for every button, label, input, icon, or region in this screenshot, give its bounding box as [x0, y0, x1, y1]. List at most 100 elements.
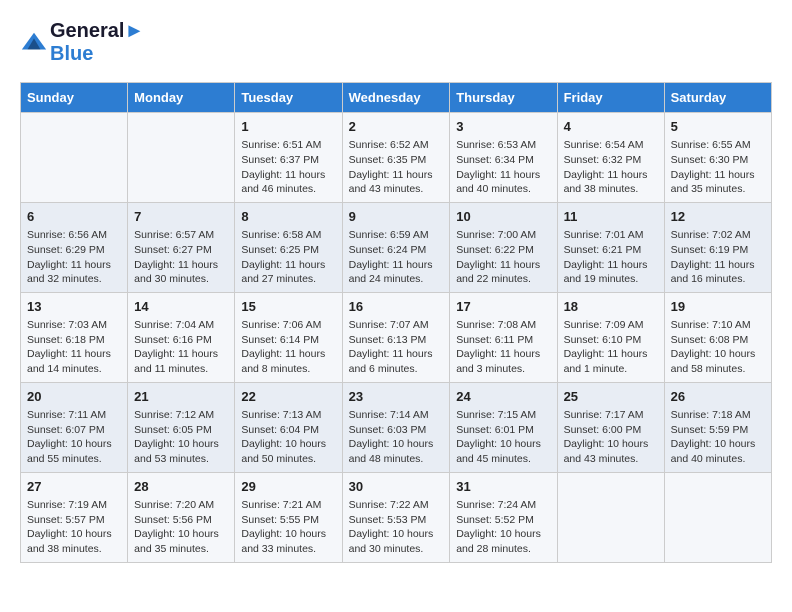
- day-info: Sunrise: 6:58 AMSunset: 6:25 PMDaylight:…: [241, 228, 335, 287]
- day-cell: [128, 113, 235, 203]
- col-header-friday: Friday: [557, 83, 664, 113]
- day-number: 2: [349, 118, 444, 136]
- day-number: 7: [134, 208, 228, 226]
- day-cell: 12 Sunrise: 7:02 AMSunset: 6:19 PMDayligh…: [664, 202, 771, 292]
- day-cell: 28 Sunrise: 7:20 AMSunset: 5:56 PMDayligh…: [128, 472, 235, 562]
- day-cell: 9 Sunrise: 6:59 AMSunset: 6:24 PMDaylight…: [342, 202, 450, 292]
- col-header-sunday: Sunday: [21, 83, 128, 113]
- day-info: Sunrise: 6:54 AMSunset: 6:32 PMDaylight:…: [564, 138, 658, 197]
- day-number: 6: [27, 208, 121, 226]
- day-cell: 4Sunrise: 6:54 AMSunset: 6:32 PMDaylight…: [557, 113, 664, 203]
- day-info: Sunrise: 7:06 AMSunset: 6:14 PMDaylight:…: [241, 318, 335, 377]
- day-cell: 18Sunrise: 7:09 AMSunset: 6:10 PMDayligh…: [557, 292, 664, 382]
- day-number: 24: [456, 388, 550, 406]
- day-info: Sunrise: 7:10 AMSunset: 6:08 PMDaylight:…: [671, 318, 765, 377]
- day-cell: 11 Sunrise: 7:01 AMSunset: 6:21 PMDayligh…: [557, 202, 664, 292]
- day-info: Sunrise: 6:51 AMSunset: 6:37 PMDaylight:…: [241, 138, 335, 197]
- day-info: Sunrise: 7:02 AMSunset: 6:19 PMDaylight:…: [671, 228, 765, 287]
- day-info: Sunrise: 7:18 AMSunset: 5:59 PMDaylight:…: [671, 408, 765, 467]
- day-cell: 21 Sunrise: 7:12 AMSunset: 6:05 PMDayligh…: [128, 382, 235, 472]
- col-header-monday: Monday: [128, 83, 235, 113]
- week-row-5: 27 Sunrise: 7:19 AMSunset: 5:57 PMDayligh…: [21, 472, 772, 562]
- day-cell: 25 Sunrise: 7:17 AMSunset: 6:00 PMDayligh…: [557, 382, 664, 472]
- day-info: Sunrise: 6:53 AMSunset: 6:34 PMDaylight:…: [456, 138, 550, 197]
- day-number: 11: [564, 208, 658, 226]
- day-info: Sunrise: 6:57 AMSunset: 6:27 PMDaylight:…: [134, 228, 228, 287]
- day-info: Sunrise: 7:01 AMSunset: 6:21 PMDaylight:…: [564, 228, 658, 287]
- day-info: Sunrise: 6:59 AMSunset: 6:24 PMDaylight:…: [349, 228, 444, 287]
- col-header-wednesday: Wednesday: [342, 83, 450, 113]
- day-info: Sunrise: 7:20 AMSunset: 5:56 PMDaylight:…: [134, 498, 228, 557]
- day-number: 19: [671, 298, 765, 316]
- day-cell: 26 Sunrise: 7:18 AMSunset: 5:59 PMDayligh…: [664, 382, 771, 472]
- day-cell: 17 Sunrise: 7:08 AMSunset: 6:11 PMDayligh…: [450, 292, 557, 382]
- day-cell: [664, 472, 771, 562]
- day-number: 8: [241, 208, 335, 226]
- day-number: 23: [349, 388, 444, 406]
- day-info: Sunrise: 6:55 AMSunset: 6:30 PMDaylight:…: [671, 138, 765, 197]
- col-header-tuesday: Tuesday: [235, 83, 342, 113]
- day-number: 10: [456, 208, 550, 226]
- day-info: Sunrise: 7:14 AMSunset: 6:03 PMDaylight:…: [349, 408, 444, 467]
- week-row-4: 20 Sunrise: 7:11 AMSunset: 6:07 PMDayligh…: [21, 382, 772, 472]
- day-number: 17: [456, 298, 550, 316]
- week-row-3: 13 Sunrise: 7:03 AMSunset: 6:18 PMDayligh…: [21, 292, 772, 382]
- logo-icon: [20, 29, 48, 57]
- day-number: 13: [27, 298, 121, 316]
- day-cell: 15 Sunrise: 7:06 AMSunset: 6:14 PMDayligh…: [235, 292, 342, 382]
- day-number: 12: [671, 208, 765, 226]
- day-cell: 10Sunrise: 7:00 AMSunset: 6:22 PMDayligh…: [450, 202, 557, 292]
- day-number: 28: [134, 478, 228, 496]
- day-cell: 19 Sunrise: 7:10 AMSunset: 6:08 PMDayligh…: [664, 292, 771, 382]
- day-cell: 30Sunrise: 7:22 AMSunset: 5:53 PMDayligh…: [342, 472, 450, 562]
- day-number: 5: [671, 118, 765, 136]
- day-info: Sunrise: 7:04 AMSunset: 6:16 PMDaylight:…: [134, 318, 228, 377]
- day-cell: 27 Sunrise: 7:19 AMSunset: 5:57 PMDayligh…: [21, 472, 128, 562]
- day-number: 16: [349, 298, 444, 316]
- day-cell: 3Sunrise: 6:53 AMSunset: 6:34 PMDaylight…: [450, 113, 557, 203]
- day-info: Sunrise: 7:08 AMSunset: 6:11 PMDaylight:…: [456, 318, 550, 377]
- day-number: 18: [564, 298, 658, 316]
- day-info: Sunrise: 7:22 AMSunset: 5:53 PMDaylight:…: [349, 498, 444, 557]
- day-number: 21: [134, 388, 228, 406]
- day-cell: 1 Sunrise: 6:51 AMSunset: 6:37 PMDaylight…: [235, 113, 342, 203]
- day-number: 29: [241, 478, 335, 496]
- day-cell: 22 Sunrise: 7:13 AMSunset: 6:04 PMDayligh…: [235, 382, 342, 472]
- week-row-2: 6 Sunrise: 6:56 AMSunset: 6:29 PMDaylight…: [21, 202, 772, 292]
- day-info: Sunrise: 7:03 AMSunset: 6:18 PMDaylight:…: [27, 318, 121, 377]
- header-row: SundayMondayTuesdayWednesdayThursdayFrid…: [21, 83, 772, 113]
- day-cell: 16 Sunrise: 7:07 AMSunset: 6:13 PMDayligh…: [342, 292, 450, 382]
- day-cell: 14 Sunrise: 7:04 AMSunset: 6:16 PMDayligh…: [128, 292, 235, 382]
- day-number: 20: [27, 388, 121, 406]
- page-header: General► Blue: [20, 20, 772, 66]
- day-info: Sunrise: 7:15 AMSunset: 6:01 PMDaylight:…: [456, 408, 550, 467]
- day-info: Sunrise: 7:12 AMSunset: 6:05 PMDaylight:…: [134, 408, 228, 467]
- day-number: 22: [241, 388, 335, 406]
- day-number: 27: [27, 478, 121, 496]
- logo-text: General► Blue: [50, 20, 144, 66]
- col-header-saturday: Saturday: [664, 83, 771, 113]
- day-number: 9: [349, 208, 444, 226]
- day-number: 14: [134, 298, 228, 316]
- day-cell: 13 Sunrise: 7:03 AMSunset: 6:18 PMDayligh…: [21, 292, 128, 382]
- day-info: Sunrise: 7:19 AMSunset: 5:57 PMDaylight:…: [27, 498, 121, 557]
- day-number: 15: [241, 298, 335, 316]
- day-number: 25: [564, 388, 658, 406]
- day-info: Sunrise: 6:56 AMSunset: 6:29 PMDaylight:…: [27, 228, 121, 287]
- day-cell: 7 Sunrise: 6:57 AMSunset: 6:27 PMDaylight…: [128, 202, 235, 292]
- day-number: 26: [671, 388, 765, 406]
- day-cell: [557, 472, 664, 562]
- calendar-table: SundayMondayTuesdayWednesdayThursdayFrid…: [20, 82, 772, 563]
- day-cell: 8 Sunrise: 6:58 AMSunset: 6:25 PMDaylight…: [235, 202, 342, 292]
- day-cell: 31Sunrise: 7:24 AMSunset: 5:52 PMDayligh…: [450, 472, 557, 562]
- day-info: Sunrise: 7:11 AMSunset: 6:07 PMDaylight:…: [27, 408, 121, 467]
- day-cell: 6 Sunrise: 6:56 AMSunset: 6:29 PMDaylight…: [21, 202, 128, 292]
- day-number: 1: [241, 118, 335, 136]
- day-info: Sunrise: 7:21 AMSunset: 5:55 PMDaylight:…: [241, 498, 335, 557]
- day-info: Sunrise: 7:07 AMSunset: 6:13 PMDaylight:…: [349, 318, 444, 377]
- day-info: Sunrise: 7:13 AMSunset: 6:04 PMDaylight:…: [241, 408, 335, 467]
- day-cell: 20 Sunrise: 7:11 AMSunset: 6:07 PMDayligh…: [21, 382, 128, 472]
- day-info: Sunrise: 7:24 AMSunset: 5:52 PMDaylight:…: [456, 498, 550, 557]
- week-row-1: 1 Sunrise: 6:51 AMSunset: 6:37 PMDaylight…: [21, 113, 772, 203]
- day-info: Sunrise: 7:17 AMSunset: 6:00 PMDaylight:…: [564, 408, 658, 467]
